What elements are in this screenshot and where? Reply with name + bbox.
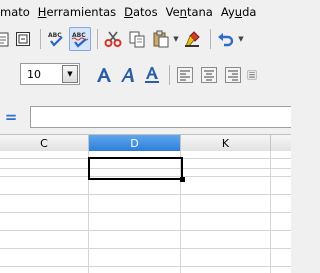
align-left-button[interactable] [175, 64, 195, 86]
grid-cell[interactable] [181, 159, 271, 177]
align-center-button[interactable] [199, 64, 219, 86]
toolbar-separator [210, 29, 211, 49]
justify-icon [247, 70, 257, 80]
cut-button[interactable] [102, 27, 124, 51]
column-header-k[interactable]: K [181, 135, 271, 151]
font-size-value[interactable]: 10 [21, 68, 62, 81]
copy-button[interactable] [126, 27, 148, 51]
align-left-icon [177, 67, 193, 83]
print-preview-button[interactable] [12, 27, 34, 51]
menu-window[interactable]: Ventana [162, 0, 217, 24]
grid-cell[interactable] [0, 249, 89, 267]
menu-help[interactable]: Ayuda [217, 0, 261, 24]
paste-dropdown-arrow[interactable]: ▼ [172, 27, 180, 51]
grid-cell[interactable] [0, 195, 89, 213]
grid-cell[interactable] [181, 195, 271, 213]
paste-button[interactable] [150, 27, 172, 51]
grid-cell[interactable] [89, 213, 181, 231]
grid-cell[interactable] [0, 177, 89, 195]
italic-icon [121, 68, 134, 82]
autospellcheck-toggle[interactable]: ABC [69, 27, 91, 51]
export-pdf-icon [0, 32, 9, 47]
column-header-c[interactable]: C [0, 135, 89, 151]
grid-cell[interactable] [181, 231, 271, 249]
scissors-icon [104, 31, 122, 47]
grid-cell[interactable] [181, 213, 271, 231]
paste-icon [153, 30, 169, 48]
column-header-partial[interactable] [271, 135, 291, 151]
autofill-handle[interactable] [180, 177, 185, 182]
formatting-toolbar: 10 ▼ [0, 54, 291, 100]
align-right-icon [225, 67, 241, 83]
grid-cell[interactable] [0, 213, 89, 231]
copy-icon [129, 31, 145, 48]
undo-button[interactable] [215, 27, 237, 51]
spellcheck-icon: ABC [48, 32, 63, 47]
underline-button[interactable] [142, 64, 162, 86]
toolbar-separator [169, 65, 170, 85]
column-headers: C D K [0, 134, 291, 151]
table-row [0, 231, 291, 249]
bold-button[interactable] [94, 64, 114, 86]
grid-cell[interactable] [0, 159, 89, 177]
table-row [0, 249, 291, 267]
clone-formatting-button[interactable] [182, 27, 204, 51]
cell-grid [0, 151, 291, 273]
align-right-button[interactable] [223, 64, 243, 86]
toolbar-separator [97, 29, 98, 49]
spellcheck-button[interactable]: ABC [45, 27, 67, 51]
cell-cursor[interactable] [88, 157, 185, 182]
formula-input[interactable] [30, 106, 291, 128]
standard-toolbar: ABC ABC ▼ ▼ [0, 24, 291, 54]
autospellcheck-icon: ABC [71, 32, 89, 48]
grid-cell[interactable] [89, 231, 181, 249]
menu-bar: mato Herramientas Datos Ventana Ayuda [0, 0, 291, 24]
grid-cell[interactable] [181, 267, 271, 273]
bold-icon [97, 68, 111, 82]
grid-cell[interactable] [181, 177, 271, 195]
grid-cell[interactable] [89, 249, 181, 267]
grid-cell[interactable] [181, 249, 271, 267]
paintbrush-icon [185, 31, 200, 47]
formatting-buttons [94, 63, 257, 87]
table-row [0, 213, 291, 231]
table-row [0, 195, 291, 213]
table-row [0, 267, 291, 273]
print-preview-icon [16, 32, 30, 46]
formula-bar: = [0, 100, 291, 134]
grid-cell[interactable] [0, 231, 89, 249]
underline-icon [145, 67, 159, 83]
undo-dropdown-arrow[interactable]: ▼ [237, 27, 245, 51]
menu-data[interactable]: Datos [120, 0, 161, 24]
justify-button[interactable] [247, 64, 257, 86]
menu-tools[interactable]: Herramientas [34, 0, 120, 24]
grid-cell[interactable] [89, 195, 181, 213]
align-center-icon [201, 67, 217, 83]
toolbar-separator [40, 29, 41, 49]
grid-cell[interactable] [0, 267, 89, 273]
font-size-combobox[interactable]: 10 ▼ [20, 63, 80, 85]
undo-icon [218, 33, 234, 47]
formula-equals-icon[interactable]: = [4, 110, 18, 125]
grid-cell[interactable] [89, 267, 181, 273]
italic-button[interactable] [118, 64, 138, 86]
chevron-down-icon[interactable]: ▼ [62, 65, 78, 83]
menu-format[interactable]: mato [0, 0, 34, 24]
export-pdf-button[interactable] [0, 27, 10, 51]
column-header-d[interactable]: D [89, 135, 181, 151]
